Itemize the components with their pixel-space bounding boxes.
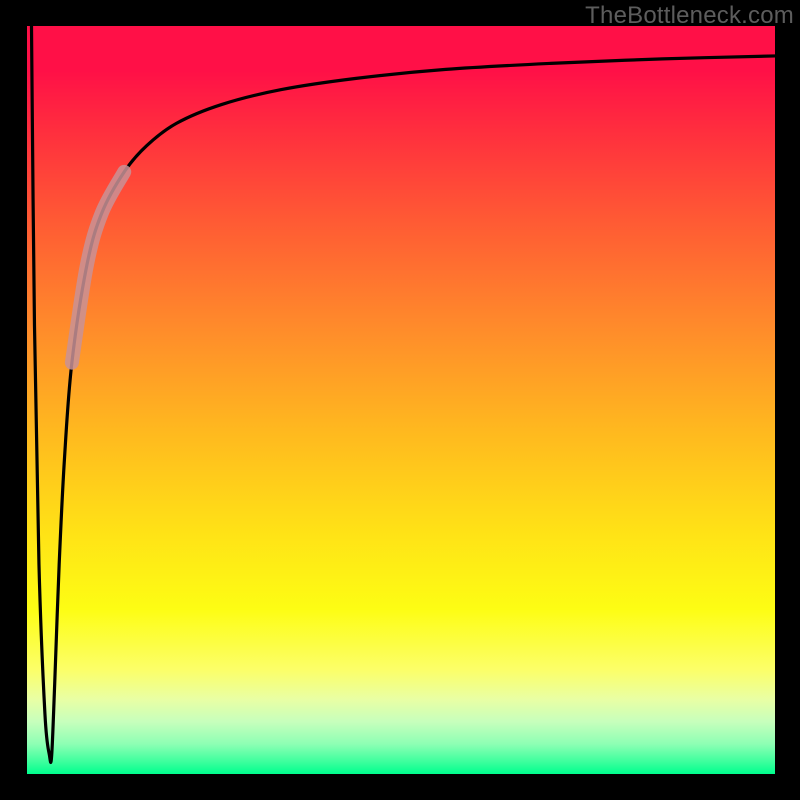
plot-gradient-background <box>27 26 775 774</box>
watermark-text: TheBottleneck.com <box>585 2 794 30</box>
chart-stage: TheBottleneck.com <box>0 0 800 800</box>
